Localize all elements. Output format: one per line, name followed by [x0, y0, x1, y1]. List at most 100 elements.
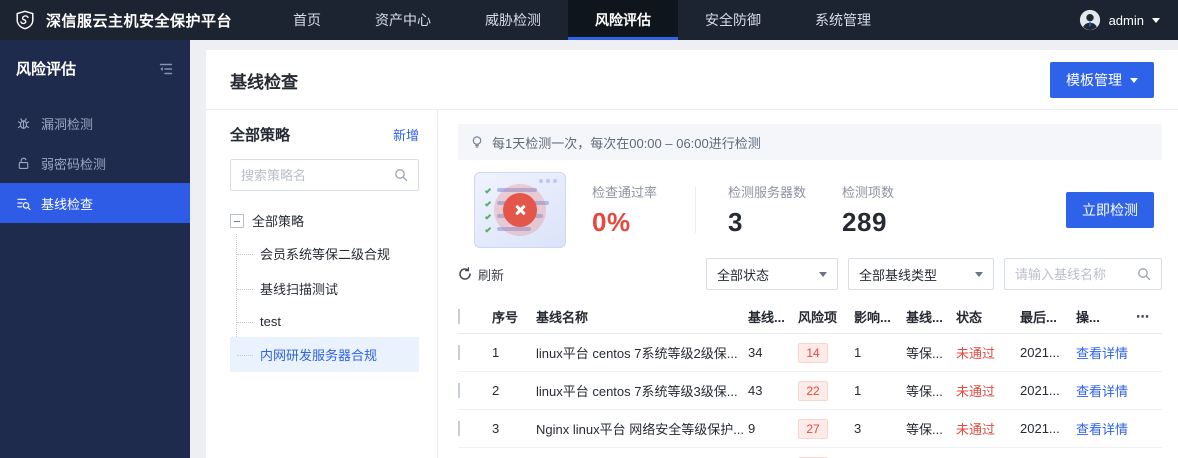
main-nav: 首页 资产中心 威胁检测 风险评估 安全防御 系统管理	[266, 0, 898, 40]
add-policy-link[interactable]: 新增	[393, 125, 419, 144]
cell-impact: 1	[854, 383, 862, 398]
col-header-action: 操...	[1076, 310, 1100, 325]
view-detail-link[interactable]: 查看详情	[1076, 381, 1136, 400]
top-navbar: 深信服云主机安全保护平台 首页 资产中心 威胁检测 风险评估 安全防御 系统管理…	[0, 0, 1178, 40]
chevron-down-icon	[975, 271, 983, 277]
cell-time: 2021...	[1020, 383, 1060, 398]
stat-value: 0%	[592, 207, 631, 237]
user-menu[interactable]: admin	[1079, 0, 1178, 40]
avatar	[1079, 9, 1101, 31]
col-header-risk-items: 风险项	[798, 310, 838, 325]
col-header-status: 状态	[956, 310, 983, 325]
tree-item[interactable]: 基线扫描测试	[230, 271, 419, 306]
unlock-icon	[16, 156, 31, 171]
status-filter-value: 全部状态	[717, 267, 770, 283]
col-header-impact: 影响...	[854, 310, 891, 325]
cell-name: Nginx linux平台 网络安全等级保护...	[536, 422, 745, 437]
sidebar-title: 风险评估	[16, 61, 77, 78]
status-badge: 未通过	[956, 422, 996, 437]
column-settings-icon[interactable]: ⋯	[1136, 309, 1162, 325]
cell-baseline-count: 43	[748, 383, 763, 398]
cell-time: 2021...	[1020, 345, 1060, 360]
nav-item-system-management[interactable]: 系统管理	[788, 0, 898, 40]
cell-impact: 3	[854, 421, 862, 436]
refresh-icon	[458, 267, 472, 281]
menu-collapse-icon[interactable]	[158, 61, 174, 77]
stat-value: 3	[728, 207, 743, 237]
stat-check-items: 检测项数 289	[842, 182, 894, 238]
sidebar-item-weak-password-detection[interactable]: 弱密码检测	[0, 143, 190, 183]
view-detail-link[interactable]: 查看详情	[1076, 343, 1136, 362]
template-management-label: 模板管理	[1066, 72, 1122, 88]
table-header-row: 序号 基线名称 基线... 风险项 影响... 基线... 状态 最后... 操…	[458, 300, 1162, 334]
main-area: 基线检查 模板管理 全部策略 新增 搜索策略名 全部策略 会员系统等保二级合规 …	[190, 40, 1178, 458]
search-icon[interactable]	[1137, 267, 1151, 281]
sidebar-item-baseline-check[interactable]: 基线检查	[0, 183, 190, 223]
refresh-label: 刷新	[478, 267, 505, 283]
baseline-check-card: 基线检查 模板管理 全部策略 新增 搜索策略名 全部策略 会员系统等保二级合规 …	[206, 50, 1178, 458]
select-all-checkbox[interactable]	[458, 309, 460, 324]
sidebar-item-vulnerability-detection[interactable]: 漏洞检测	[0, 103, 190, 143]
tree-item[interactable]: 会员系统等保二级合规	[230, 236, 419, 271]
stat-label: 检查通过率	[592, 185, 658, 200]
table-row: 4 中国等保-Tomcat 6/7/8应用基线... 7 18 3 等保... …	[458, 448, 1162, 458]
baseline-name-search-input[interactable]	[1015, 266, 1131, 282]
risk-badge: 14	[798, 342, 828, 363]
baseline-type-filter-select[interactable]: 全部基线类型	[848, 258, 994, 290]
col-header-name: 基线名称	[536, 310, 589, 325]
stat-label: 检测项数	[842, 185, 895, 200]
table-row: 3 Nginx linux平台 网络安全等级保护... 9 27 3 等保...…	[458, 410, 1162, 448]
bug-icon	[16, 116, 31, 131]
col-header-baseline-type: 基线...	[906, 310, 943, 325]
tree-collapse-icon[interactable]	[230, 213, 244, 228]
lightbulb-icon	[470, 135, 484, 149]
view-detail-link[interactable]: 查看详情	[1076, 419, 1136, 438]
tree-item-selected[interactable]: 内网研发服务器合规	[230, 337, 419, 372]
col-header-no: 序号	[492, 310, 519, 325]
row-checkbox[interactable]	[458, 345, 460, 360]
policy-search-input[interactable]	[241, 167, 388, 183]
nav-item-assets[interactable]: 资产中心	[348, 0, 458, 40]
nav-item-security-defense[interactable]: 安全防御	[678, 0, 788, 40]
logo-shield-icon	[14, 9, 36, 31]
table-row: 1 linux平台 centos 7系统等级2级保... 34 14 1 等保.…	[458, 334, 1162, 372]
cell-no: 3	[492, 421, 500, 436]
schedule-tip-text: 每1天检测一次，每次在00:00 – 06:00进行检测	[492, 135, 761, 151]
checklist-fail-illustration	[474, 172, 566, 248]
cell-impact: 1	[854, 345, 862, 360]
policy-panel-title: 全部策略	[230, 127, 291, 144]
schedule-tip-bar: 每1天检测一次，每次在00:00 – 06:00进行检测	[458, 124, 1162, 160]
cell-time: 2021...	[1020, 421, 1060, 436]
cell-no: 1	[492, 345, 500, 360]
policy-panel: 全部策略 新增 全部策略	[206, 110, 438, 458]
status-filter-select[interactable]: 全部状态	[706, 258, 838, 290]
refresh-button[interactable]: 刷新	[458, 265, 504, 284]
tree-item[interactable]: test	[230, 306, 419, 337]
stat-value: 289	[842, 207, 887, 237]
baseline-type-filter-value: 全部基线类型	[859, 267, 938, 283]
nav-item-risk-assessment[interactable]: 风险评估	[568, 0, 679, 40]
nav-item-threat-detection[interactable]: 威胁检测	[458, 0, 568, 40]
risk-badge: 27	[798, 418, 828, 439]
row-checkbox[interactable]	[458, 421, 460, 436]
app-title: 深信服云主机安全保护平台	[46, 12, 233, 30]
detect-now-button[interactable]: 立即检测	[1066, 192, 1154, 228]
sidebar-item-label: 弱密码检测	[41, 156, 107, 172]
policy-tree: 全部策略 会员系统等保二级合规 基线扫描测试 test 内网研发服务器合规	[230, 207, 419, 372]
cell-type: 等保...	[906, 346, 943, 361]
cell-baseline-count: 9	[748, 421, 756, 436]
sidebar-item-label: 漏洞检测	[41, 116, 94, 132]
row-checkbox[interactable]	[458, 383, 460, 398]
stats-row: 检查通过率 0% 检测服务器数 3 检测项数 289 立即检测	[458, 172, 1162, 248]
cell-baseline-count: 34	[748, 345, 763, 360]
cell-no: 2	[492, 383, 500, 398]
search-icon[interactable]	[394, 168, 408, 182]
status-badge: 未通过	[956, 384, 996, 399]
tree-root-all-policies[interactable]: 全部策略	[230, 207, 419, 234]
nav-item-home[interactable]: 首页	[266, 0, 348, 40]
risk-badge: 22	[798, 380, 828, 401]
template-management-button[interactable]: 模板管理	[1050, 62, 1154, 98]
stat-server-count: 检测服务器数 3	[728, 182, 806, 238]
stat-label: 检测服务器数	[728, 185, 807, 200]
stat-pass-rate: 检查通过率 0%	[592, 182, 657, 238]
